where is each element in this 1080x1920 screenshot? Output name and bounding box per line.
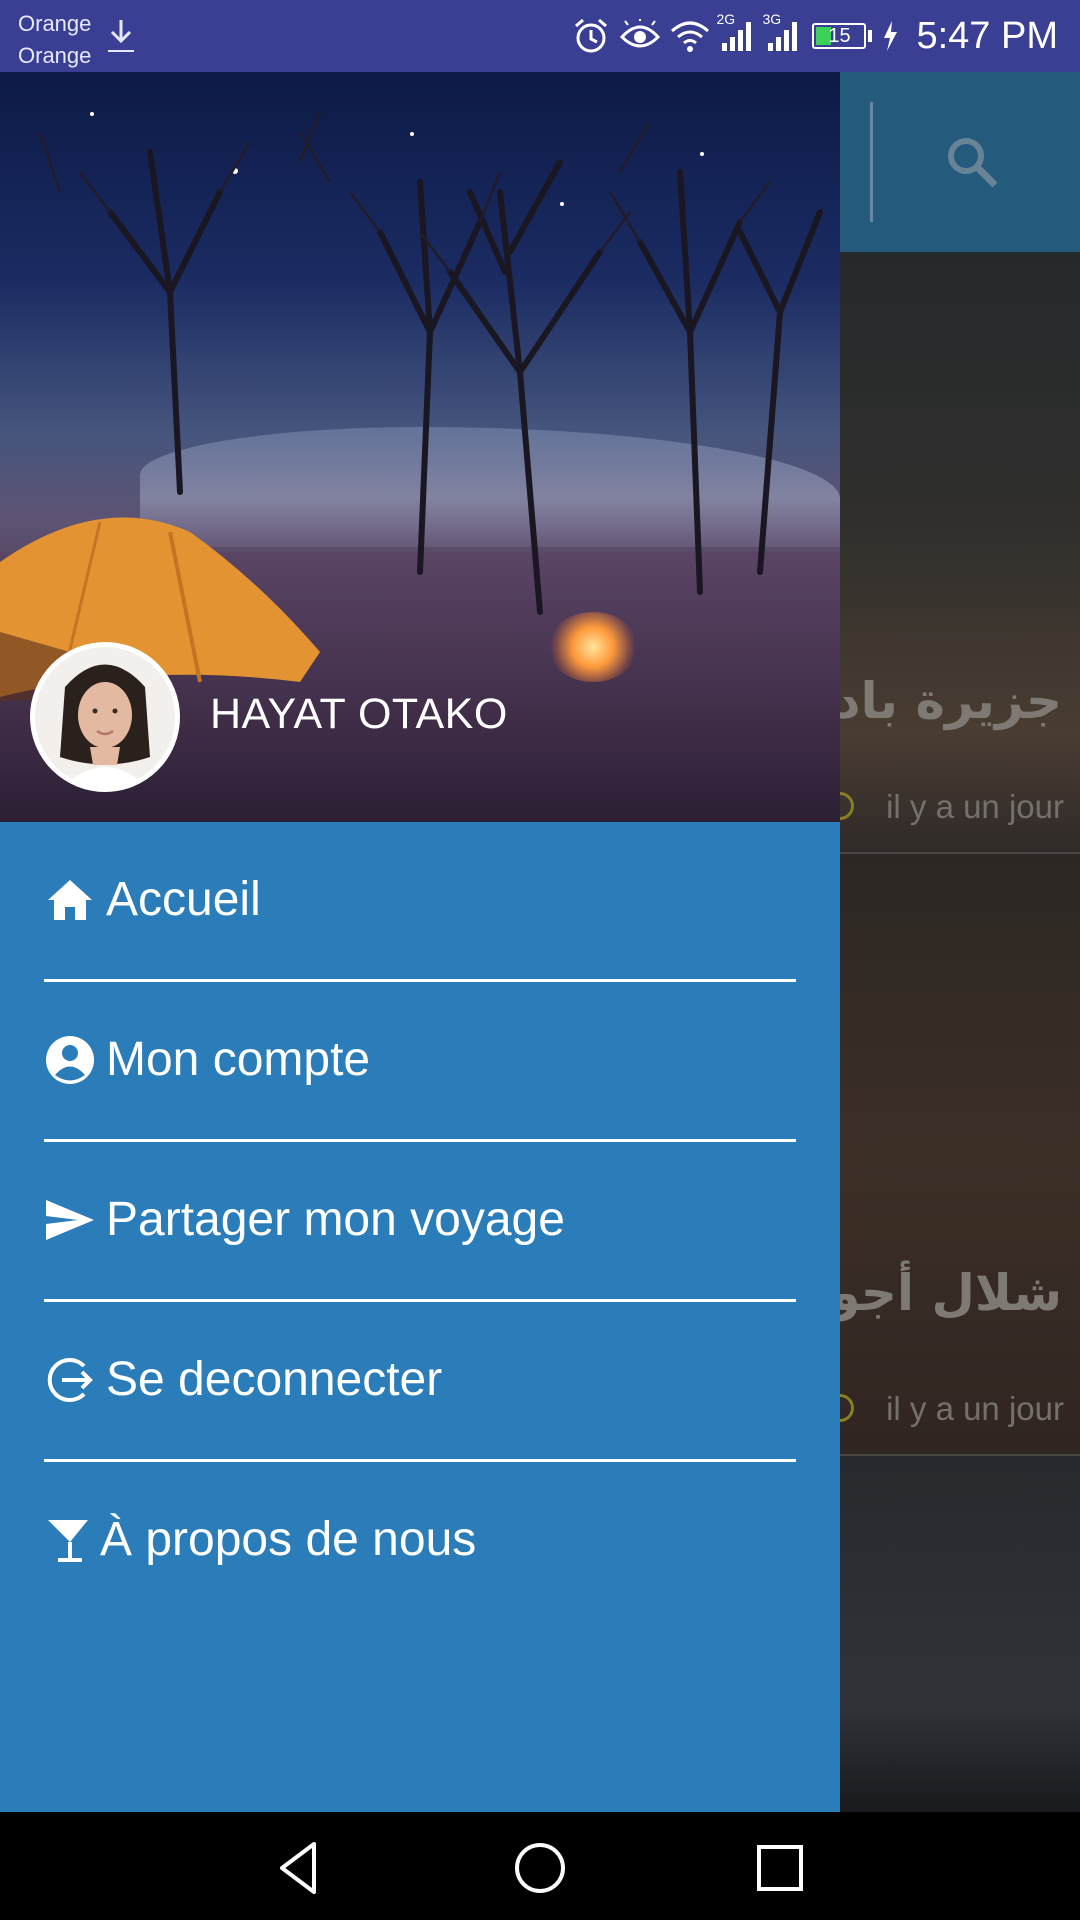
wifi-icon [670,19,710,53]
signal-3g-icon: 3G [762,11,802,53]
user-name: HAYAT OTAKO [210,690,508,738]
campfire [548,612,638,682]
carrier-2: Orange [18,43,92,68]
download-icon [106,18,136,59]
status-bar: Orange Orange 2G 3G 15 5:47 PM [0,0,1080,72]
alarm-icon [572,17,610,55]
charging-icon [882,21,898,51]
send-icon [44,1194,96,1246]
menu-item-accueil[interactable]: Accueil [0,822,840,982]
network-3g-label: 3G [762,11,782,27]
back-icon[interactable] [270,1838,330,1898]
menu-item-mon-compte[interactable]: Mon compte [0,982,840,1142]
menu-item-a-propos[interactable]: À propos de nous [0,1462,840,1622]
carrier-1: Orange [18,11,92,36]
menu-item-partager-mon-voyage[interactable]: Partager mon voyage [0,1142,840,1302]
menu-item-label: Partager mon voyage [106,1193,565,1246]
carrier-info: Orange Orange [18,8,91,72]
drawer-menu: Accueil Mon compte Partager mon voyage S… [0,822,840,1622]
menu-item-label: Mon compte [106,1033,371,1086]
eye-icon [620,19,661,53]
menu-item-label: À propos de nous [100,1513,477,1566]
drawer-header: HAYAT OTAKO [0,72,840,822]
system-nav-bar [0,1812,1080,1920]
cocktail-icon [44,1514,96,1566]
signal-2g-icon: 2G [716,11,756,53]
clock: 5:47 PM [916,14,1058,57]
menu-item-label: Accueil [106,873,261,926]
avatar[interactable] [30,642,180,792]
navigation-drawer: HAYAT OTAKO Accueil Mon compte Partager … [0,72,840,1812]
menu-item-se-deconnecter[interactable]: Se deconnecter [0,1302,840,1462]
battery-level: 15 [828,25,851,47]
account-circle-icon [44,1034,96,1086]
menu-item-label: Se deconnecter [106,1353,443,1406]
home-icon [44,874,96,926]
status-icons: 2G 3G 15 5:47 PM [572,11,1058,58]
logout-icon [44,1354,96,1406]
network-2g-label: 2G [716,11,736,27]
home-nav-icon[interactable] [510,1838,570,1898]
battery-icon: 15 [812,23,867,49]
recents-icon[interactable] [750,1838,810,1898]
